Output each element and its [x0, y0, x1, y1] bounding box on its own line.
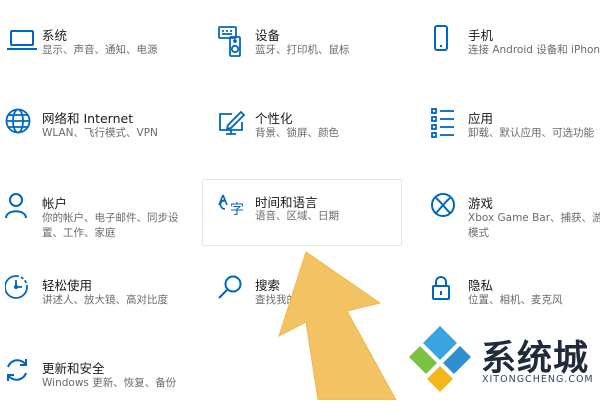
tile-description: 你的帐户、电子邮件、同步设置、工作、家庭	[42, 212, 179, 239]
tile-title: 应用	[468, 111, 494, 126]
tile-time-language[interactable]: 字 时间和语言 语音、区域、日期	[202, 179, 402, 246]
tile-description: 语音、区域、日期	[255, 210, 339, 222]
tile-devices[interactable]: 设备 蓝牙、打印机、鼠标	[218, 25, 408, 87]
tile-description: Windows 更新、恢复、备份	[42, 377, 177, 389]
tile-title: 设备	[255, 28, 281, 43]
keyboard-speaker-icon	[218, 25, 252, 59]
tile-description: Xbox Game Bar、捕获、游戏模式	[468, 212, 600, 239]
tile-apps[interactable]: 应用 卸载、默认应用、可选功能	[431, 108, 600, 170]
update-icon	[5, 358, 39, 392]
tile-accounts[interactable]: 帐户 你的帐户、电子邮件、同步设置、工作、家庭	[5, 193, 195, 255]
tile-title: 搜索	[255, 278, 281, 293]
tile-description: 讲述人、放大镜、高对比度	[42, 294, 168, 306]
watermark-logo	[409, 326, 471, 392]
tile-description: 连接 Android 设备和 iPhone	[468, 44, 600, 56]
tile-title: 系统	[42, 28, 68, 43]
tile-title: 隐私	[468, 278, 494, 293]
tile-search[interactable]: 搜索 查找我的	[218, 275, 408, 337]
tile-description: 位置、相机、麦克风	[468, 294, 563, 306]
tile-gaming[interactable]: 游戏 Xbox Game Bar、捕获、游戏模式	[431, 193, 600, 255]
tile-phone[interactable]: 手机 连接 Android 设备和 iPhone	[431, 25, 600, 87]
tile-update-security[interactable]: 更新和安全 Windows 更新、恢复、备份	[5, 358, 195, 420]
tile-ease-of-access[interactable]: 轻松使用 讲述人、放大镜、高对比度	[5, 275, 195, 337]
tile-network[interactable]: 网络和 Internet WLAN、飞行模式、VPN	[5, 108, 195, 170]
globe-icon	[5, 108, 39, 142]
tile-title: 手机	[468, 28, 494, 43]
svg-text:字: 字	[230, 202, 244, 218]
phone-icon	[431, 25, 465, 59]
tile-personalization[interactable]: 个性化 背景、锁屏、颜色	[218, 108, 408, 170]
tile-title: 游戏	[468, 196, 494, 211]
ease-of-access-icon	[5, 275, 39, 309]
tile-title: 网络和 Internet	[42, 111, 134, 126]
tile-system[interactable]: 系统 显示、声音、通知、电源	[5, 25, 195, 87]
watermark-url: XITONGCHENG.COM	[482, 374, 594, 385]
app-list-icon	[431, 108, 465, 142]
tile-description: 查找我的	[255, 294, 297, 306]
laptop-icon	[5, 25, 39, 59]
lock-icon	[431, 275, 465, 309]
tile-title: 帐户	[42, 196, 68, 211]
search-icon	[218, 275, 252, 309]
person-icon	[5, 193, 39, 227]
tile-description: 背景、锁屏、颜色	[255, 127, 339, 139]
tile-description: 卸载、默认应用、可选功能	[468, 127, 594, 139]
tile-title: 更新和安全	[42, 361, 105, 376]
tile-title: 个性化	[255, 111, 293, 126]
monitor-pen-icon	[218, 108, 252, 142]
tile-description: WLAN、飞行模式、VPN	[42, 127, 158, 139]
tile-title: 轻松使用	[42, 278, 93, 293]
time-language-icon: 字	[218, 192, 252, 226]
tile-description: 蓝牙、打印机、鼠标	[255, 44, 350, 56]
tile-description: 显示、声音、通知、电源	[42, 44, 158, 56]
xbox-icon	[431, 193, 465, 227]
